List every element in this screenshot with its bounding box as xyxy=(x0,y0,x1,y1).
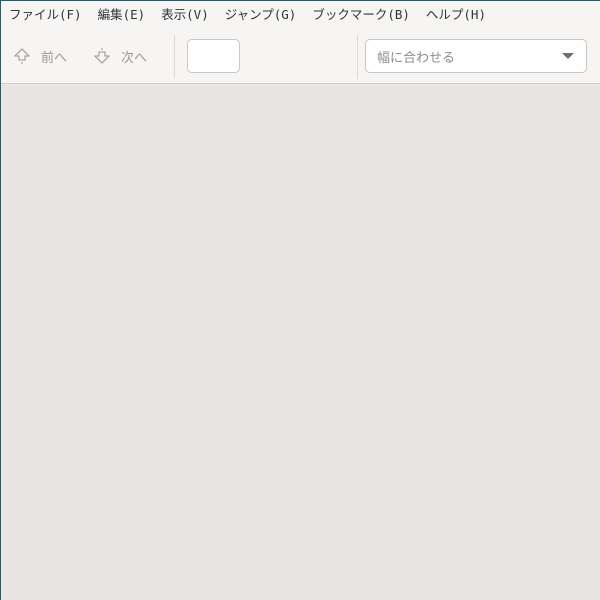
menu-help[interactable]: ヘルプ(H) xyxy=(418,1,494,29)
page-number-input[interactable] xyxy=(187,39,240,73)
go-up-icon xyxy=(13,47,31,65)
toolbar-separator xyxy=(174,35,175,79)
toolbar: 前へ 次へ 幅に合わせる xyxy=(1,29,600,84)
previous-page-label: 前へ xyxy=(41,50,68,66)
previous-page-button[interactable]: 前へ xyxy=(13,39,67,73)
menu-bookmarks[interactable]: ブックマーク(B) xyxy=(304,1,418,29)
menu-go[interactable]: ジャンプ(G) xyxy=(217,1,305,29)
menubar: ファイル(F) 編集(E) 表示(V) ジャンプ(G) ブックマーク(B) ヘル… xyxy=(1,1,600,29)
next-page-button[interactable]: 次へ xyxy=(93,39,147,73)
menu-file[interactable]: ファイル(F) xyxy=(1,1,90,29)
chevron-down-icon[interactable] xyxy=(562,53,574,59)
go-down-icon xyxy=(93,47,111,65)
zoom-select[interactable]: 幅に合わせる xyxy=(365,39,587,73)
next-page-label: 次へ xyxy=(121,50,148,66)
zoom-select-value: 幅に合わせる xyxy=(377,50,456,66)
menu-view[interactable]: 表示(V) xyxy=(153,1,217,29)
toolbar-separator xyxy=(357,35,358,79)
document-viewer-window: ファイル(F) 編集(E) 表示(V) ジャンプ(G) ブックマーク(B) ヘル… xyxy=(1,1,600,600)
menu-edit[interactable]: 編集(E) xyxy=(90,1,154,29)
document-view-area[interactable] xyxy=(1,84,600,600)
